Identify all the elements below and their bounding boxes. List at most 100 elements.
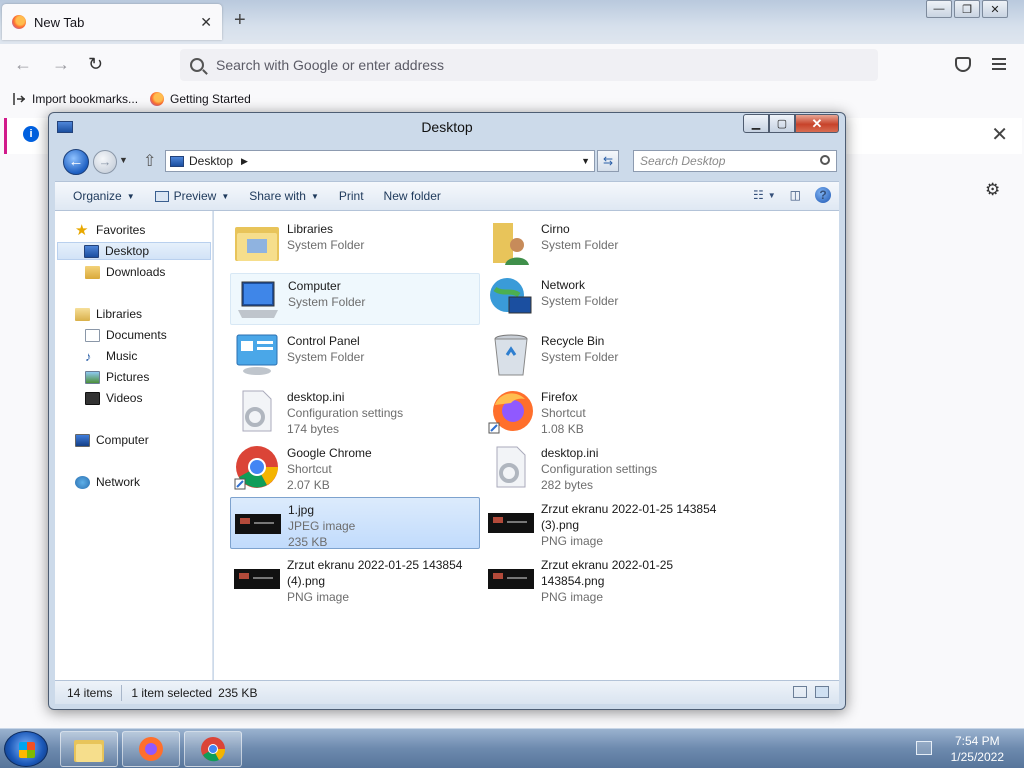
file-item-recycle-bin[interactable]: Recycle Bin System Folder [484, 329, 734, 381]
maximize-button[interactable]: ▢ [769, 114, 795, 133]
file-name: Zrzut ekranu 2022-01-25 [541, 558, 674, 572]
browser-restore-button[interactable]: ❐ [954, 0, 980, 18]
new-folder-button[interactable]: New folder [374, 182, 451, 210]
reload-button[interactable]: ↻ [88, 54, 103, 75]
pocket-icon[interactable] [955, 57, 971, 72]
file-name: Libraries [287, 222, 334, 236]
nav-computer[interactable]: Computer [75, 431, 149, 449]
up-folder-button[interactable]: ⇧ [143, 151, 156, 171]
browser-minimize-button[interactable]: — [926, 0, 952, 18]
star-icon: ★ [75, 221, 89, 239]
nav-network[interactable]: Network [75, 473, 140, 491]
file-item-zrzut[interactable]: Zrzut ekranu 2022-01-25 143854.png PNG ima… [484, 553, 734, 605]
videos-icon [85, 391, 100, 405]
file-item-1-jpg[interactable]: 1.jpg JPEG image 235 KB [230, 497, 480, 549]
tab-new-tab[interactable]: New Tab ✕ [2, 4, 222, 40]
close-button[interactable]: ✕ [795, 114, 839, 133]
file-item-desktop-ini-2[interactable]: desktop.ini Configuration settings 282 byt… [484, 441, 734, 493]
bookmark-getting-started[interactable]: Getting Started [150, 92, 251, 106]
large-icons-view-icon[interactable] [815, 686, 829, 698]
taskbar-firefox[interactable] [122, 731, 180, 767]
print-button[interactable]: Print [329, 182, 374, 210]
forward-button[interactable]: → [52, 54, 70, 75]
taskbar-chrome[interactable] [184, 731, 242, 767]
status-separator [121, 684, 123, 701]
nav-computer-label: Computer [96, 433, 149, 447]
share-with-button[interactable]: Share with ▼ [239, 182, 329, 210]
network-tray-icon[interactable] [916, 741, 932, 755]
bookmark-import-label: Import bookmarks... [32, 92, 139, 106]
file-item-cirno[interactable]: Cirno System Folder [484, 217, 734, 269]
file-name-cont: 143854.png [541, 574, 605, 588]
file-item-computer[interactable]: Computer System Folder [230, 273, 480, 325]
file-type: PNG image [541, 534, 604, 548]
help-icon[interactable]: ? [815, 187, 831, 203]
info-icon: i [23, 126, 39, 142]
file-name: 1.jpg [288, 503, 315, 517]
breadcrumb-arrow-icon[interactable]: ▶ [241, 156, 248, 167]
nav-videos-label: Videos [106, 391, 143, 405]
file-type: System Folder [541, 294, 619, 308]
minimize-button[interactable]: ▁ [743, 114, 769, 133]
nav-libraries[interactable]: Libraries [75, 305, 142, 323]
notification-close-icon[interactable]: ✕ [991, 122, 1008, 147]
status-bar: 14 items 1 item selected 235 KB [55, 680, 839, 704]
preview-button[interactable]: Preview ▼ [145, 182, 240, 210]
nav-documents[interactable]: Documents [85, 326, 167, 344]
address-dropdown-icon[interactable]: ▼ [581, 156, 590, 166]
nav-desktop[interactable]: Desktop [57, 242, 211, 260]
start-button[interactable] [4, 731, 48, 767]
organize-button[interactable]: Organize ▼ [55, 182, 145, 210]
chrome-icon [234, 446, 278, 490]
file-item-control-panel[interactable]: Control Panel System Folder [230, 329, 480, 381]
bookmark-import[interactable]: Import bookmarks... [12, 92, 138, 106]
browser-close-button[interactable]: ✕ [982, 0, 1008, 18]
file-name: Control Panel [287, 334, 360, 348]
nav-downloads[interactable]: Downloads [85, 263, 165, 281]
nav-favorites[interactable]: ★ Favorites [75, 221, 145, 239]
search-box[interactable] [633, 150, 837, 172]
explorer-forward-button[interactable]: → [93, 150, 117, 174]
address-crumb[interactable]: Desktop [189, 154, 233, 168]
menu-icon[interactable] [992, 58, 1006, 70]
file-item-firefox[interactable]: Firefox Shortcut 1.08 KB [484, 385, 734, 437]
file-item-zrzut-3[interactable]: Zrzut ekranu 2022-01-25 143854 (3).png PNG… [484, 497, 734, 549]
file-type: System Folder [287, 350, 365, 364]
back-button[interactable]: ← [14, 54, 32, 75]
image-thumbnail-icon [488, 513, 534, 533]
firefox-icon [139, 737, 163, 761]
file-type: System Folder [287, 238, 365, 252]
nav-pictures[interactable]: Pictures [85, 368, 149, 386]
file-item-zrzut-4[interactable]: Zrzut ekranu 2022-01-25 143854 (4).png PNG… [230, 553, 480, 605]
taskbar-explorer[interactable] [60, 731, 118, 767]
file-item-google-chrome[interactable]: Google Chrome Shortcut 2.07 KB [230, 441, 480, 493]
recent-pages-button[interactable]: ▼ [119, 155, 128, 165]
search-input[interactable] [640, 154, 810, 168]
details-view-icon[interactable] [793, 686, 807, 698]
gear-icon[interactable]: ⚙ [985, 180, 1000, 200]
preview-label: Preview [173, 189, 217, 203]
new-tab-button[interactable]: + [234, 10, 246, 30]
address-bar[interactable]: Desktop ▶ ▼ [165, 150, 595, 172]
clock[interactable]: 7:54 PM 1/25/2022 [951, 733, 1004, 765]
nav-videos[interactable]: Videos [85, 389, 142, 407]
url-bar[interactable] [180, 49, 878, 81]
url-input[interactable] [216, 57, 816, 73]
image-thumbnail-icon [488, 569, 534, 589]
change-view-icon[interactable]: ☷ [753, 188, 764, 202]
chevron-down-icon[interactable]: ▼ [768, 191, 776, 200]
explorer-back-button[interactable]: ← [63, 149, 89, 175]
file-item-libraries[interactable]: Libraries System Folder [230, 217, 480, 269]
file-name: Google Chrome [287, 446, 372, 460]
new-folder-label: New folder [383, 189, 441, 203]
image-thumbnail-icon [234, 569, 280, 589]
file-type: PNG image [541, 590, 604, 604]
desktop-icon [170, 155, 184, 167]
view-switcher [785, 686, 829, 698]
preview-pane-icon[interactable]: ◫ [790, 188, 801, 202]
refresh-button[interactable]: ⇆ [597, 150, 619, 172]
tab-close-icon[interactable]: ✕ [200, 14, 212, 31]
file-item-network[interactable]: Network System Folder [484, 273, 734, 325]
nav-music[interactable]: ♪ Music [85, 347, 137, 365]
file-item-desktop-ini-1[interactable]: desktop.ini Configuration settings 174 byt… [230, 385, 480, 437]
